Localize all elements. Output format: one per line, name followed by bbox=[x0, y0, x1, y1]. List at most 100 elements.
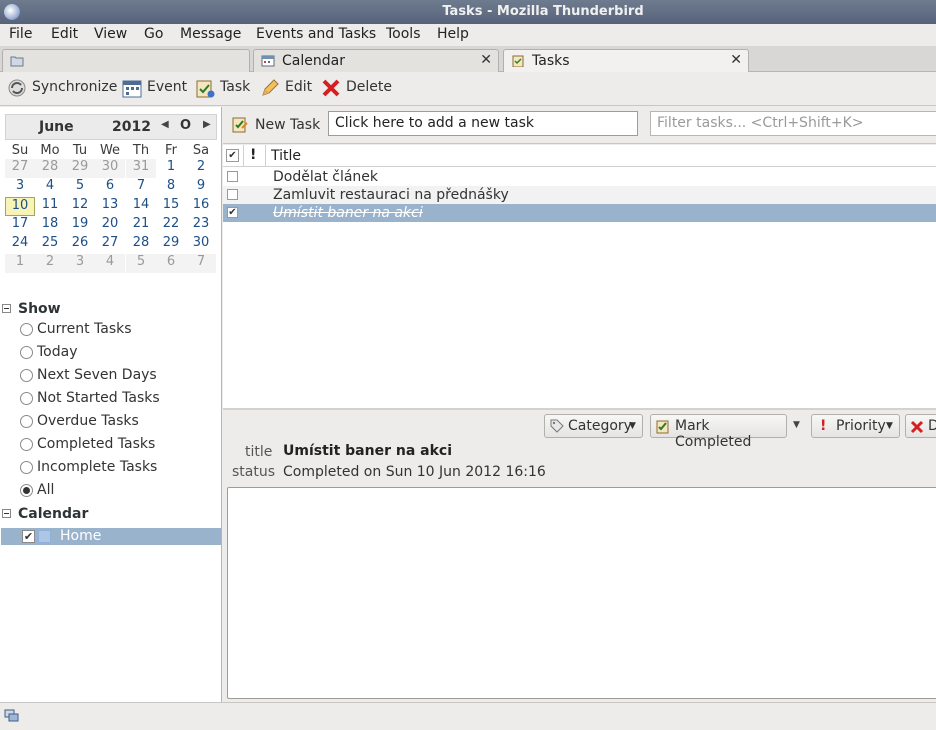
delete-button[interactable]: Delete bbox=[346, 79, 392, 95]
month-label[interactable]: June bbox=[39, 119, 74, 135]
calendar-day[interactable]: 13 bbox=[95, 197, 125, 216]
close-icon[interactable]: ✕ bbox=[480, 52, 492, 68]
synchronize-button[interactable]: Synchronize bbox=[32, 79, 117, 95]
calendar-day[interactable]: 4 bbox=[95, 254, 125, 273]
task-complete-checkbox[interactable] bbox=[227, 171, 238, 182]
menu-help[interactable]: Help bbox=[437, 26, 469, 42]
edit-button[interactable]: Edit bbox=[285, 79, 312, 95]
calendar-day[interactable]: 2 bbox=[186, 159, 216, 178]
calendar-day[interactable]: 6 bbox=[156, 254, 186, 273]
calendar-day[interactable]: 4 bbox=[35, 178, 65, 197]
previous-month-icon[interactable]: ◀ bbox=[161, 119, 169, 130]
calendar-day[interactable]: 1 bbox=[5, 254, 35, 273]
radio-icon[interactable] bbox=[20, 323, 33, 336]
collapse-icon[interactable] bbox=[2, 304, 11, 313]
calendar-day[interactable]: 31 bbox=[126, 159, 156, 178]
calendar-item-home[interactable]: ✔ Home bbox=[1, 528, 221, 545]
year-label[interactable]: 2012 bbox=[112, 119, 151, 135]
calendar-day[interactable]: 21 bbox=[126, 216, 156, 235]
mark-completed-button[interactable]: Mark Completed bbox=[650, 414, 787, 450]
delete-task-button[interactable]: D bbox=[905, 414, 936, 438]
radio-icon[interactable] bbox=[20, 438, 33, 451]
priority-label: Priority bbox=[836, 418, 886, 434]
calendar-section-header[interactable]: Calendar bbox=[2, 506, 88, 522]
menu-tools[interactable]: Tools bbox=[386, 26, 421, 42]
menu-view[interactable]: View bbox=[94, 26, 127, 42]
new-task-button[interactable]: Task bbox=[220, 79, 250, 95]
calendar-day[interactable]: 23 bbox=[186, 216, 216, 235]
new-event-button[interactable]: Event bbox=[147, 79, 187, 95]
calendar-day[interactable]: 9 bbox=[186, 178, 216, 197]
calendar-day[interactable]: 14 bbox=[126, 197, 156, 216]
task-details: Category ▼ Mark Completed ▼ ! Priority ▼… bbox=[223, 410, 936, 702]
priority-column-header[interactable]: ! bbox=[250, 147, 256, 163]
task-row[interactable]: ✔ Umístit baner na akci bbox=[223, 204, 936, 222]
filter-tasks-input[interactable]: Filter tasks... <Ctrl+Shift+K> bbox=[650, 111, 936, 136]
calendar-day[interactable]: 6 bbox=[95, 178, 125, 197]
calendar-day[interactable]: 30 bbox=[186, 235, 216, 254]
calendar-day[interactable]: 8 bbox=[156, 178, 186, 197]
quick-add-task-input[interactable]: Click here to add a new task bbox=[328, 111, 638, 136]
calendar-day[interactable]: 27 bbox=[5, 159, 35, 178]
calendar-day[interactable]: 27 bbox=[95, 235, 125, 254]
calendar-day[interactable]: 1 bbox=[156, 159, 186, 178]
calendar-day[interactable]: 11 bbox=[35, 197, 65, 216]
radio-icon[interactable] bbox=[20, 461, 33, 474]
calendar-day[interactable]: 10 bbox=[5, 197, 35, 216]
task-row[interactable]: Zamluvit restauraci na přednášky bbox=[223, 186, 936, 204]
calendar-day[interactable]: 2 bbox=[35, 254, 65, 273]
tab-mail[interactable] bbox=[2, 49, 250, 72]
calendar-day[interactable]: 7 bbox=[126, 178, 156, 197]
radio-icon[interactable] bbox=[20, 346, 33, 359]
calendar-day[interactable]: 30 bbox=[95, 159, 125, 178]
menu-events-and-tasks[interactable]: Events and Tasks bbox=[256, 26, 376, 42]
menu-go[interactable]: Go bbox=[144, 26, 163, 42]
radio-icon[interactable] bbox=[20, 484, 33, 497]
calendar-day[interactable]: 28 bbox=[126, 235, 156, 254]
tab-calendar[interactable]: Calendar ✕ bbox=[253, 49, 499, 72]
calendar-day[interactable]: 7 bbox=[186, 254, 216, 273]
completed-column-header[interactable]: ✔ bbox=[226, 149, 239, 162]
task-complete-checkbox[interactable] bbox=[227, 189, 238, 200]
menu-message[interactable]: Message bbox=[180, 26, 241, 42]
task-description-area[interactable] bbox=[227, 487, 936, 699]
calendar-day[interactable]: 16 bbox=[186, 197, 216, 216]
today-button[interactable]: O bbox=[180, 118, 191, 133]
calendar-day[interactable]: 3 bbox=[5, 178, 35, 197]
online-status-icon[interactable] bbox=[4, 708, 19, 723]
calendar-day[interactable]: 28 bbox=[35, 159, 65, 178]
calendar-day[interactable]: 29 bbox=[156, 235, 186, 254]
calendar-day[interactable]: 12 bbox=[65, 197, 95, 216]
calendar-day[interactable]: 24 bbox=[5, 235, 35, 254]
calendar-day[interactable]: 3 bbox=[65, 254, 95, 273]
calendar-day[interactable]: 26 bbox=[65, 235, 95, 254]
radio-icon[interactable] bbox=[20, 415, 33, 428]
calendar-day[interactable]: 5 bbox=[65, 178, 95, 197]
title-column-header[interactable]: Title bbox=[271, 148, 301, 164]
menu-edit[interactable]: Edit bbox=[51, 26, 78, 42]
calendar-day[interactable]: 22 bbox=[156, 216, 186, 235]
calendar-day[interactable]: 15 bbox=[156, 197, 186, 216]
calendar-day[interactable]: 20 bbox=[95, 216, 125, 235]
calendar-day[interactable]: 25 bbox=[35, 235, 65, 254]
new-task-button[interactable]: New Task bbox=[255, 117, 320, 133]
mark-completed-dropdown-icon[interactable]: ▼ bbox=[793, 420, 800, 430]
show-section-header[interactable]: Show bbox=[2, 301, 61, 317]
tab-tasks[interactable]: Tasks ✕ bbox=[503, 49, 749, 72]
checkbox-checked-icon[interactable]: ✔ bbox=[22, 530, 35, 543]
next-month-icon[interactable]: ▶ bbox=[203, 119, 211, 130]
priority-button[interactable]: ! Priority ▼ bbox=[811, 414, 900, 438]
calendar-day[interactable]: 19 bbox=[65, 216, 95, 235]
radio-icon[interactable] bbox=[20, 392, 33, 405]
calendar-day[interactable]: 5 bbox=[126, 254, 156, 273]
menu-file[interactable]: File bbox=[9, 26, 32, 42]
calendar-day[interactable]: 18 bbox=[35, 216, 65, 235]
category-button[interactable]: Category ▼ bbox=[544, 414, 643, 438]
task-complete-checkbox[interactable]: ✔ bbox=[227, 207, 238, 218]
collapse-icon[interactable] bbox=[2, 509, 11, 518]
calendar-day[interactable]: 17 bbox=[5, 216, 35, 235]
radio-icon[interactable] bbox=[20, 369, 33, 382]
task-row[interactable]: Dodělat článek bbox=[223, 168, 936, 186]
close-icon[interactable]: ✕ bbox=[730, 52, 742, 68]
calendar-day[interactable]: 29 bbox=[65, 159, 95, 178]
